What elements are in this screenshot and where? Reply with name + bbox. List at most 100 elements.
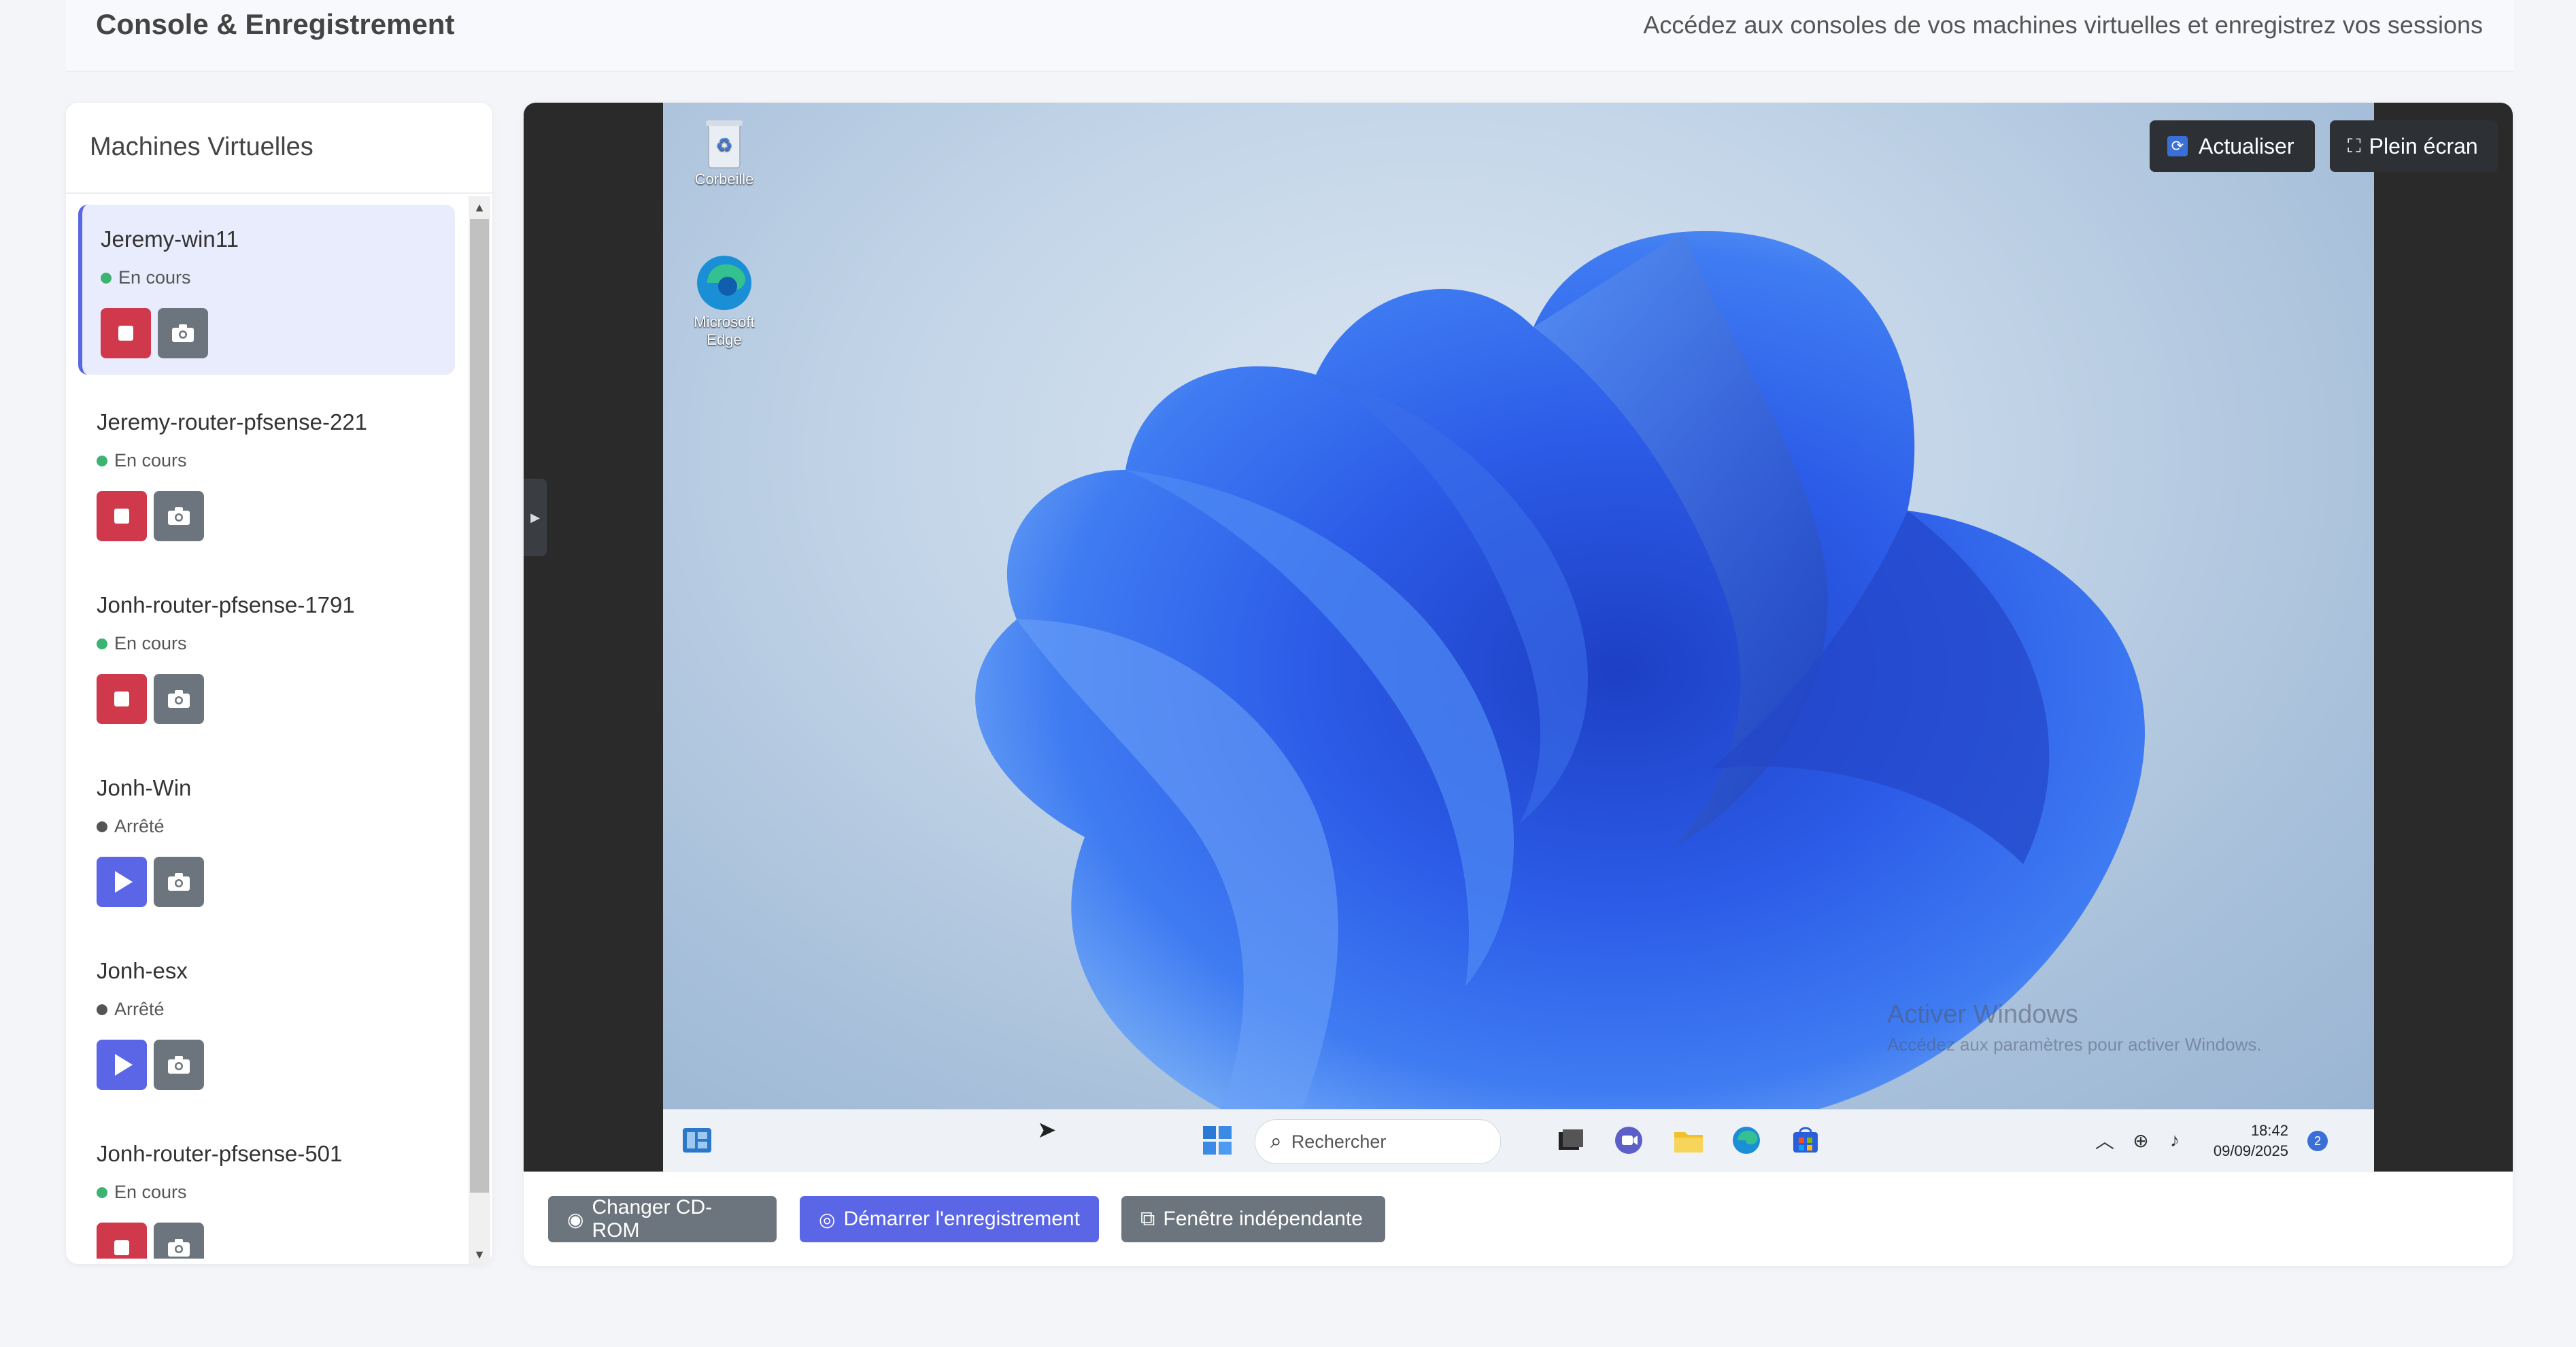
detach-window-button[interactable]: ⧉ Fenêtre indépendante (1121, 1196, 1385, 1242)
vm-screen[interactable]: ♻ Corbeille Microsoft Edge Activer Windo… (524, 103, 2513, 1172)
status-dot-icon (101, 272, 112, 284)
status-dot-icon (97, 1187, 107, 1198)
vm-status: En cours (97, 633, 187, 654)
snapshot-button[interactable] (154, 491, 204, 541)
start-menu-icon[interactable] (1200, 1123, 1234, 1157)
taskbar-search[interactable]: ⌕ Rechercher (1255, 1119, 1501, 1164)
snapshot-button[interactable] (154, 1040, 204, 1090)
store-icon[interactable] (1789, 1123, 1823, 1157)
edge-icon (697, 256, 751, 310)
vm-status-label: Arrêté (114, 999, 165, 1019)
fullscreen-button[interactable]: ⛶ Plein écran (2330, 120, 2498, 172)
scroll-up-arrow-icon[interactable]: ▲ (469, 197, 490, 218)
fullscreen-label: Plein écran (2369, 133, 2478, 158)
chevron-up-icon[interactable]: ︿ (2088, 1123, 2122, 1157)
vm-name: Jonh-router-pfsense-501 (97, 1141, 343, 1166)
vm-status: En cours (97, 1182, 187, 1203)
vm-taskbar: ⌕ Rechercher ︿ ⊕ ♪ 18:42 09/09/2025 2 ➤ (663, 1109, 2374, 1172)
desktop-icon-corbeille[interactable]: ♻ Corbeille (680, 116, 768, 188)
vm-status-label: En cours (118, 267, 191, 288)
snapshot-button[interactable] (154, 1223, 204, 1259)
desktop-icon-label: Microsoft Edge (694, 313, 755, 348)
vm-status: Arrêté (97, 816, 165, 837)
edge-taskbar-icon[interactable] (1729, 1123, 1763, 1157)
expand-sidebar-toggle[interactable]: ▶ (524, 479, 547, 556)
change-cdrom-button[interactable]: ◉ Changer CD-ROM (548, 1196, 777, 1242)
notification-badge[interactable]: 2 (2307, 1131, 2328, 1151)
recycle-bin-icon: ♻ (706, 120, 743, 169)
status-dot-icon (97, 1004, 107, 1015)
scrollbar-thumb[interactable] (470, 219, 489, 1193)
disc-icon: ◉ (567, 1208, 584, 1230)
camera-icon (168, 690, 190, 708)
activation-watermark-text: Accédez aux paramètres pour activer Wind… (1887, 1034, 2262, 1055)
scroll-down-arrow-icon[interactable]: ▼ (469, 1244, 490, 1265)
mouse-cursor-icon: ➤ (1037, 1117, 1057, 1143)
record-icon: ◎ (819, 1208, 836, 1230)
status-dot-icon (97, 638, 107, 649)
sidebar-scrollbar[interactable]: ▲ ▼ (469, 196, 490, 1265)
vm-name: Jeremy-win11 (101, 226, 239, 252)
stop-vm-button[interactable] (97, 1223, 147, 1259)
vm-name: Jonh-esx (97, 958, 188, 983)
play-icon (115, 871, 133, 893)
search-icon: ⌕ (1270, 1130, 1282, 1153)
vm-status: En cours (97, 450, 187, 471)
vm-item[interactable]: Jonh-router-pfsense-501 En cours (78, 1119, 451, 1259)
vm-list: Jeremy-win11 En cours Jeremy-router-pfsens… (78, 205, 492, 1259)
play-icon (115, 1054, 133, 1076)
change-cdrom-label: Changer CD-ROM (592, 1196, 713, 1242)
stop-vm-button[interactable] (97, 491, 147, 541)
page-subtitle: Accédez aux consoles de vos machines vir… (1643, 11, 2483, 39)
vm-sidebar: Machines Virtuelles Jeremy-win11 En cours… (66, 103, 492, 1264)
vm-status-label: En cours (114, 633, 187, 653)
console-panel: ♻ Corbeille Microsoft Edge Activer Windo… (524, 103, 2513, 1266)
search-placeholder: Rechercher (1291, 1131, 1387, 1152)
widgets-icon[interactable] (680, 1123, 714, 1157)
vm-status-label: En cours (114, 1182, 187, 1202)
stop-vm-button[interactable] (97, 674, 147, 724)
start-vm-button[interactable] (97, 1040, 147, 1090)
vm-item[interactable]: Jeremy-router-pfsense-221 En cours (78, 388, 451, 558)
file-explorer-icon[interactable] (1672, 1123, 1706, 1157)
teams-chat-icon[interactable] (1612, 1123, 1646, 1157)
sidebar-title: Machines Virtuelles (90, 133, 313, 161)
vm-item[interactable]: Jeremy-win11 En cours (78, 205, 455, 375)
stop-icon (114, 509, 129, 524)
start-recording-label: Démarrer l'enregistrement (843, 1208, 1080, 1230)
vm-item[interactable]: Jonh-esx Arrêté (78, 936, 451, 1106)
network-icon[interactable]: ⊕ (2124, 1123, 2158, 1157)
external-link-icon: ⧉ (1140, 1208, 1155, 1230)
task-view-icon[interactable] (1554, 1123, 1588, 1157)
clock-date: 09/09/2025 (2213, 1142, 2288, 1159)
snapshot-button[interactable] (154, 674, 204, 724)
camera-icon (168, 1056, 190, 1074)
page-title: Console & Enregistrement (96, 8, 455, 40)
refresh-icon: ⟳ (2167, 136, 2188, 156)
refresh-button[interactable]: ⟳ Actualiser (2150, 120, 2315, 172)
start-recording-button[interactable]: ◎ Démarrer l'enregistrement (800, 1196, 1099, 1242)
snapshot-button[interactable] (154, 857, 204, 907)
vm-status: Arrêté (97, 999, 165, 1020)
vm-name: Jonh-router-pfsense-1791 (97, 592, 355, 617)
vm-desktop[interactable]: ♻ Corbeille Microsoft Edge Activer Windo… (663, 103, 2374, 1109)
camera-icon (168, 507, 190, 525)
desktop-icon-edge[interactable]: Microsoft Edge (680, 252, 768, 349)
vm-name: Jonh-Win (97, 775, 192, 800)
status-dot-icon (97, 821, 107, 832)
vm-status-label: Arrêté (114, 816, 165, 836)
camera-icon (172, 324, 194, 342)
clock-time: 18:42 (2250, 1122, 2288, 1139)
refresh-label: Actualiser (2199, 133, 2294, 158)
volume-icon[interactable]: ♪ (2158, 1123, 2192, 1157)
page-header: Console & Enregistrement Accédez aux con… (66, 0, 2514, 72)
stop-icon (118, 326, 133, 341)
stop-vm-button[interactable] (101, 308, 151, 358)
vm-item[interactable]: Jonh-Win Arrêté (78, 753, 451, 923)
taskbar-clock[interactable]: 18:42 09/09/2025 (2200, 1121, 2288, 1161)
vm-item[interactable]: Jonh-router-pfsense-1791 En cours (78, 570, 451, 740)
svg-text:♻: ♻ (715, 134, 732, 156)
snapshot-button[interactable] (158, 308, 208, 358)
start-vm-button[interactable] (97, 857, 147, 907)
vm-status-label: En cours (114, 450, 187, 471)
